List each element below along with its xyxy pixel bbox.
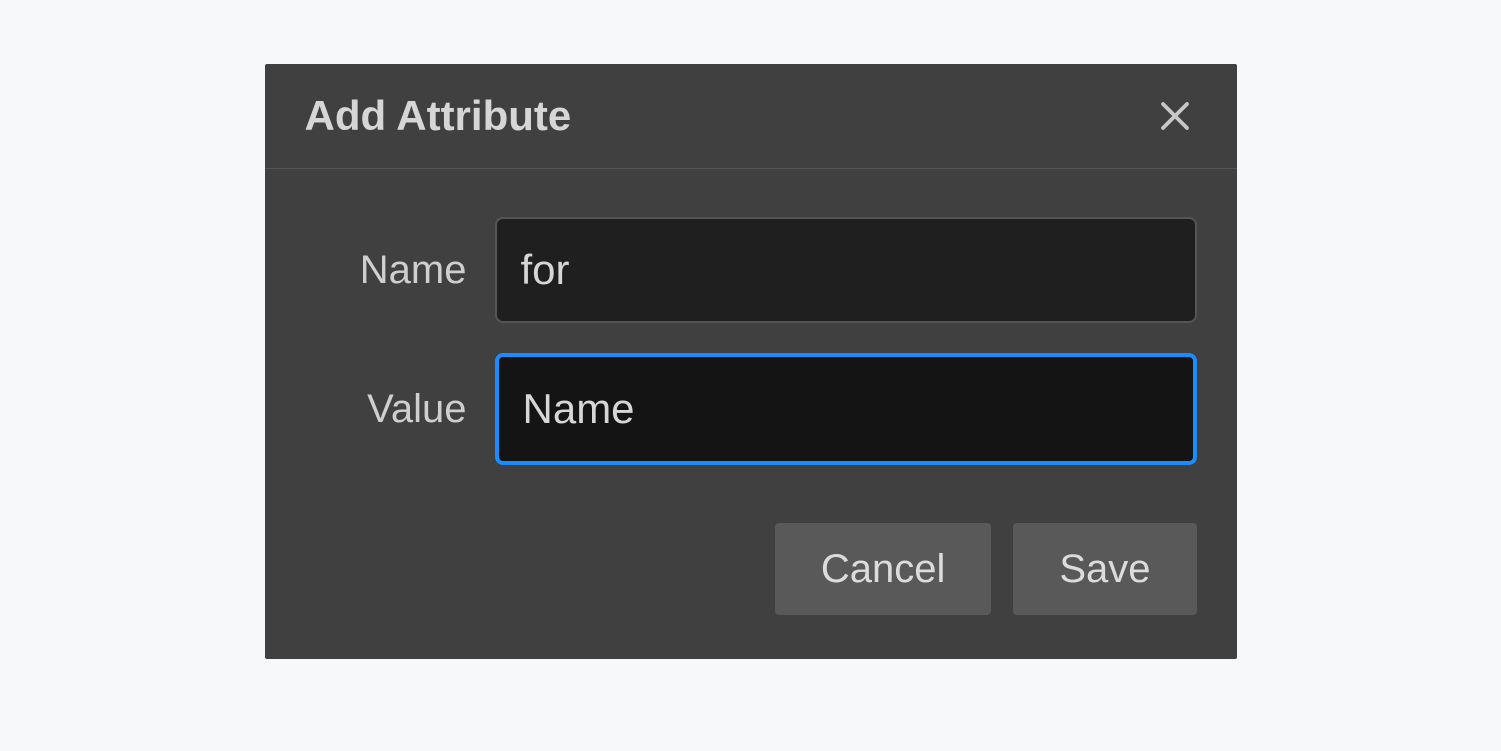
value-row: Value bbox=[305, 353, 1197, 465]
dialog-footer: Cancel Save bbox=[265, 515, 1237, 659]
dialog-header: Add Attribute bbox=[265, 64, 1237, 169]
cancel-button[interactable]: Cancel bbox=[775, 523, 992, 615]
dialog-title: Add Attribute bbox=[305, 92, 572, 140]
dialog-body: Name Value bbox=[265, 169, 1237, 515]
close-icon bbox=[1157, 98, 1193, 134]
add-attribute-dialog: Add Attribute Name Value Cancel Save bbox=[265, 64, 1237, 659]
save-button[interactable]: Save bbox=[1013, 523, 1196, 615]
close-button[interactable] bbox=[1153, 94, 1197, 138]
value-label: Value bbox=[305, 387, 495, 432]
value-input[interactable] bbox=[495, 353, 1197, 465]
name-row: Name bbox=[305, 217, 1197, 323]
name-label: Name bbox=[305, 248, 495, 293]
name-input[interactable] bbox=[495, 217, 1197, 323]
